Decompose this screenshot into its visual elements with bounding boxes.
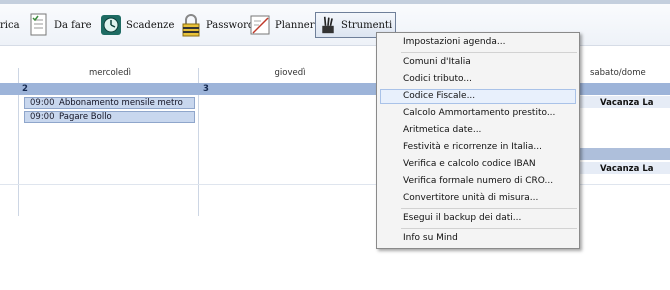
day-number: 3 [203, 84, 209, 94]
menu-item-convertitore-unita[interactable]: Convertitore unità di misura... [403, 191, 538, 206]
menu-item-info-su-mind[interactable]: Info su Mind [403, 231, 458, 246]
toolbar-label-scadenze: Scadenze [126, 19, 175, 31]
clock-icon [101, 15, 121, 35]
planner-icon [250, 15, 270, 35]
week-number-row [575, 148, 670, 160]
toolbar-button-password[interactable]: Password [180, 10, 254, 40]
day-header-thursday: giovedì [274, 68, 306, 78]
menu-separator [401, 52, 577, 53]
event-title: Abbonamento mensile metro [59, 98, 183, 108]
toolbar-label-da-fare: Da fare [54, 19, 92, 31]
menu-item-backup-dati[interactable]: Esegui il backup dei dati... [403, 211, 521, 226]
event-time: 09:00 [30, 98, 55, 108]
holiday-label: Vacanza La [600, 98, 654, 108]
day-number: 2 [22, 84, 28, 94]
menu-item-codice-fiscale[interactable]: Codice Fiscale... [380, 89, 576, 104]
calendar-event[interactable]: 09:00 Pagare Bollo [24, 111, 195, 123]
toolbar-button-planner[interactable]: Planner [249, 10, 314, 40]
calendar-event[interactable]: 09:00 Abbonamento mensile metro [24, 97, 195, 109]
toolbar-top-strip [0, 0, 670, 4]
menu-item-codice-iban[interactable]: Verifica e calcolo codice IBAN [403, 157, 536, 172]
menu-separator [401, 208, 577, 209]
menu-separator [401, 228, 577, 229]
toolbar-partial-label: rica [0, 19, 20, 31]
strumenti-menu: Impostazioni agenda... Comuni d'Italia C… [376, 32, 580, 249]
toolbar-button-scadenze[interactable]: Scadenze [100, 10, 174, 40]
toolbar-label-strumenti: Strumenti [341, 19, 393, 31]
tools-icon [322, 16, 334, 34]
toolbar-button-partial[interactable]: rica [0, 10, 20, 40]
toolbar-button-da-fare[interactable]: Da fare [28, 10, 92, 40]
holiday-label: Vacanza La [600, 164, 654, 174]
menu-item-aritmetica-date[interactable]: Aritmetica date... [403, 123, 481, 138]
padlock-icon [182, 14, 200, 37]
menu-item-comuni-italia[interactable]: Comuni d'Italia [403, 55, 471, 70]
toolbar-label-planner: Planner [275, 19, 315, 31]
menu-item-numero-cro[interactable]: Verifica formale numero di CRO... [403, 174, 553, 189]
day-header-weekend: sabato/dome [590, 68, 646, 78]
event-title: Pagare Bollo [59, 112, 112, 122]
menu-item-codici-tributo[interactable]: Codici tributo... [403, 72, 472, 87]
event-time: 09:00 [30, 112, 55, 122]
todo-list-icon [30, 13, 47, 36]
menu-item-impostazioni-agenda[interactable]: Impostazioni agenda... [403, 35, 505, 50]
menu-item-festivita-ricorrenze[interactable]: Festività e ricorrenze in Italia... [403, 140, 542, 155]
day-header-wednesday: mercoledì [88, 68, 132, 78]
toolbar-label-password: Password [206, 19, 255, 31]
menu-item-calcolo-ammortamento[interactable]: Calcolo Ammortamento prestito... [403, 106, 555, 121]
